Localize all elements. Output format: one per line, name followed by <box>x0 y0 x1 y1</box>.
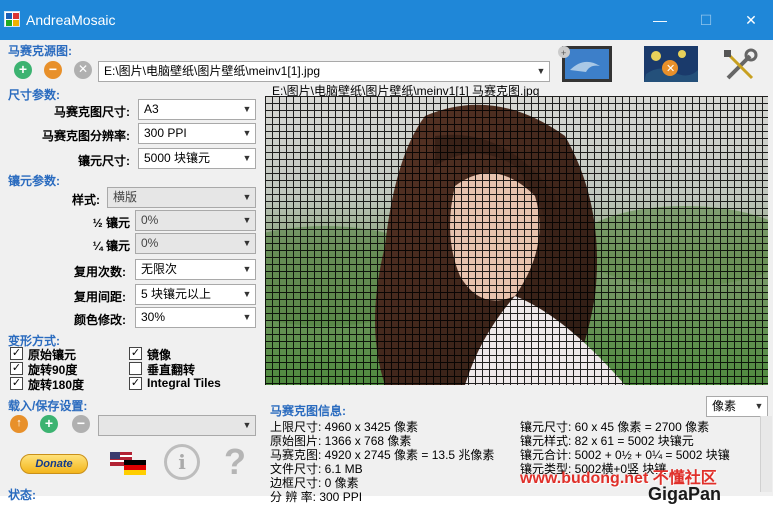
unit-select[interactable]: 像素 ▼ <box>706 396 768 417</box>
flag-icon <box>110 452 146 475</box>
client-area: 马赛克源图: + − ✕ E:\图片\电脑壁纸\图片壁纸\meinv1[1].j… <box>0 40 773 504</box>
info-scrollbar[interactable] <box>760 416 772 492</box>
chevron-down-icon: ▼ <box>242 312 252 322</box>
resolution-value: 300 PPI <box>144 126 187 140</box>
style-select[interactable]: 横版 ▼ <box>107 187 256 208</box>
minimize-button[interactable]: — <box>640 8 680 32</box>
chevron-down-icon: ▼ <box>242 215 252 225</box>
source-path-value: E:\图片\电脑壁纸\图片壁纸\meinv1[1].jpg <box>104 64 321 78</box>
delete-settings-button[interactable]: − <box>72 415 90 433</box>
chevron-down-icon: ▼ <box>754 401 764 411</box>
clear-source-button[interactable]: ✕ <box>74 61 92 79</box>
color-adjust-label: 颜色修改: <box>74 313 126 327</box>
reuse-count-value: 无限次 <box>141 262 178 276</box>
load-save-title: 载入/保存设置: <box>8 399 88 413</box>
checkbox-rotate90[interactable]: ✓ <box>10 362 23 375</box>
resolution-label: 马赛克图分辨率: <box>42 129 130 143</box>
settings-tools-button[interactable] <box>722 48 758 84</box>
info-panel-title: 马赛克图信息: <box>270 404 346 418</box>
help-button[interactable]: ? <box>220 442 250 482</box>
tile-size-label: 镶元尺寸: <box>78 154 130 168</box>
color-adjust-value: 30% <box>141 310 166 324</box>
checkbox-rotate180[interactable]: ✓ <box>10 377 23 390</box>
donate-button[interactable]: Donate <box>20 454 88 474</box>
chevron-down-icon: ▼ <box>242 128 252 138</box>
checkbox-integral-tiles-label: Integral Tiles <box>147 376 221 390</box>
wrench-screwdriver-icon <box>724 48 758 80</box>
checkbox-rotate180-label: 旋转180度 <box>28 378 85 392</box>
svg-text:✕: ✕ <box>666 63 675 75</box>
save-settings-button[interactable]: + <box>40 415 58 433</box>
quarter-tile-label: ¼ 镶元 <box>92 239 130 253</box>
chevron-down-icon: ▼ <box>536 66 546 76</box>
title-bar: AndreaMosaic — ☐ ✕ <box>0 0 773 40</box>
chevron-down-icon: ▼ <box>242 420 252 430</box>
info-button[interactable]: i <box>164 444 200 480</box>
chevron-down-icon: ▼ <box>242 192 252 202</box>
quarter-tile-select[interactable]: 0% ▼ <box>135 233 256 254</box>
app-icon <box>4 11 20 27</box>
half-tile-value: 0% <box>141 213 159 227</box>
style-value: 横版 <box>113 190 138 204</box>
mosaic-image-button[interactable]: + <box>556 44 616 84</box>
tile-grid-overlay <box>265 96 768 385</box>
remove-source-button[interactable]: − <box>44 61 62 79</box>
style-label: 样式: <box>72 193 100 207</box>
reuse-distance-label: 复用间距: <box>74 290 126 304</box>
size-params-title: 尺寸参数: <box>8 88 60 102</box>
add-source-button[interactable]: + <box>14 61 32 79</box>
svg-text:+: + <box>561 48 566 58</box>
half-tile-select[interactable]: 0% ▼ <box>135 210 256 231</box>
checkbox-original[interactable]: ✓ <box>10 347 23 360</box>
chevron-down-icon: ▼ <box>242 153 252 163</box>
reuse-count-label: 复用次数: <box>74 265 126 279</box>
chevron-down-icon: ▼ <box>242 104 252 114</box>
language-flag-button[interactable] <box>110 450 146 476</box>
starry-night-icon: ✕ <box>644 46 698 82</box>
tile-size-select[interactable]: 5000 块镶元 ▼ <box>138 148 256 169</box>
chevron-down-icon: ▼ <box>242 264 252 274</box>
dolphin-photo-icon: + <box>558 46 612 82</box>
resolution-select[interactable]: 300 PPI ▼ <box>138 123 256 144</box>
mosaic-size-label: 马赛克图尺寸: <box>54 105 130 119</box>
unit-value: 像素 <box>712 399 737 413</box>
source-path-select[interactable]: E:\图片\电脑壁纸\图片壁纸\meinv1[1].jpg ▼ <box>98 61 550 82</box>
close-button[interactable]: ✕ <box>731 8 771 32</box>
maximize-button[interactable]: ☐ <box>686 8 726 32</box>
tile-params-title: 镶元参数: <box>8 174 60 188</box>
tile-images-button[interactable]: ✕ <box>640 44 700 84</box>
mosaic-size-value: A3 <box>144 102 159 116</box>
status-label: 状态: <box>8 488 36 502</box>
window-title: AndreaMosaic <box>26 12 116 28</box>
half-tile-label: ½ 镶元 <box>92 216 130 230</box>
reuse-distance-select[interactable]: 5 块镶元以上 ▼ <box>135 284 256 305</box>
color-adjust-select[interactable]: 30% ▼ <box>135 307 256 328</box>
mosaic-size-select[interactable]: A3 ▼ <box>138 99 256 120</box>
quarter-tile-value: 0% <box>141 236 159 250</box>
info-left-line: 分 辨 率: 300 PPI <box>270 490 363 504</box>
chevron-down-icon: ▼ <box>242 238 252 248</box>
source-section-title: 马赛克源图: <box>8 44 72 58</box>
settings-preset-select[interactable]: ▼ <box>98 415 256 436</box>
watermark-brand: GigaPan <box>648 484 722 504</box>
mosaic-preview-image <box>265 96 768 385</box>
reuse-distance-value: 5 块镶元以上 <box>141 287 212 301</box>
load-settings-button[interactable]: ↑ <box>10 415 28 433</box>
checkbox-vflip[interactable] <box>129 362 142 375</box>
checkbox-mirror[interactable]: ✓ <box>129 347 142 360</box>
tile-size-value: 5000 块镶元 <box>144 151 211 165</box>
checkbox-integral-tiles[interactable]: ✓ <box>129 377 142 390</box>
reuse-count-select[interactable]: 无限次 ▼ <box>135 259 256 280</box>
chevron-down-icon: ▼ <box>242 289 252 299</box>
